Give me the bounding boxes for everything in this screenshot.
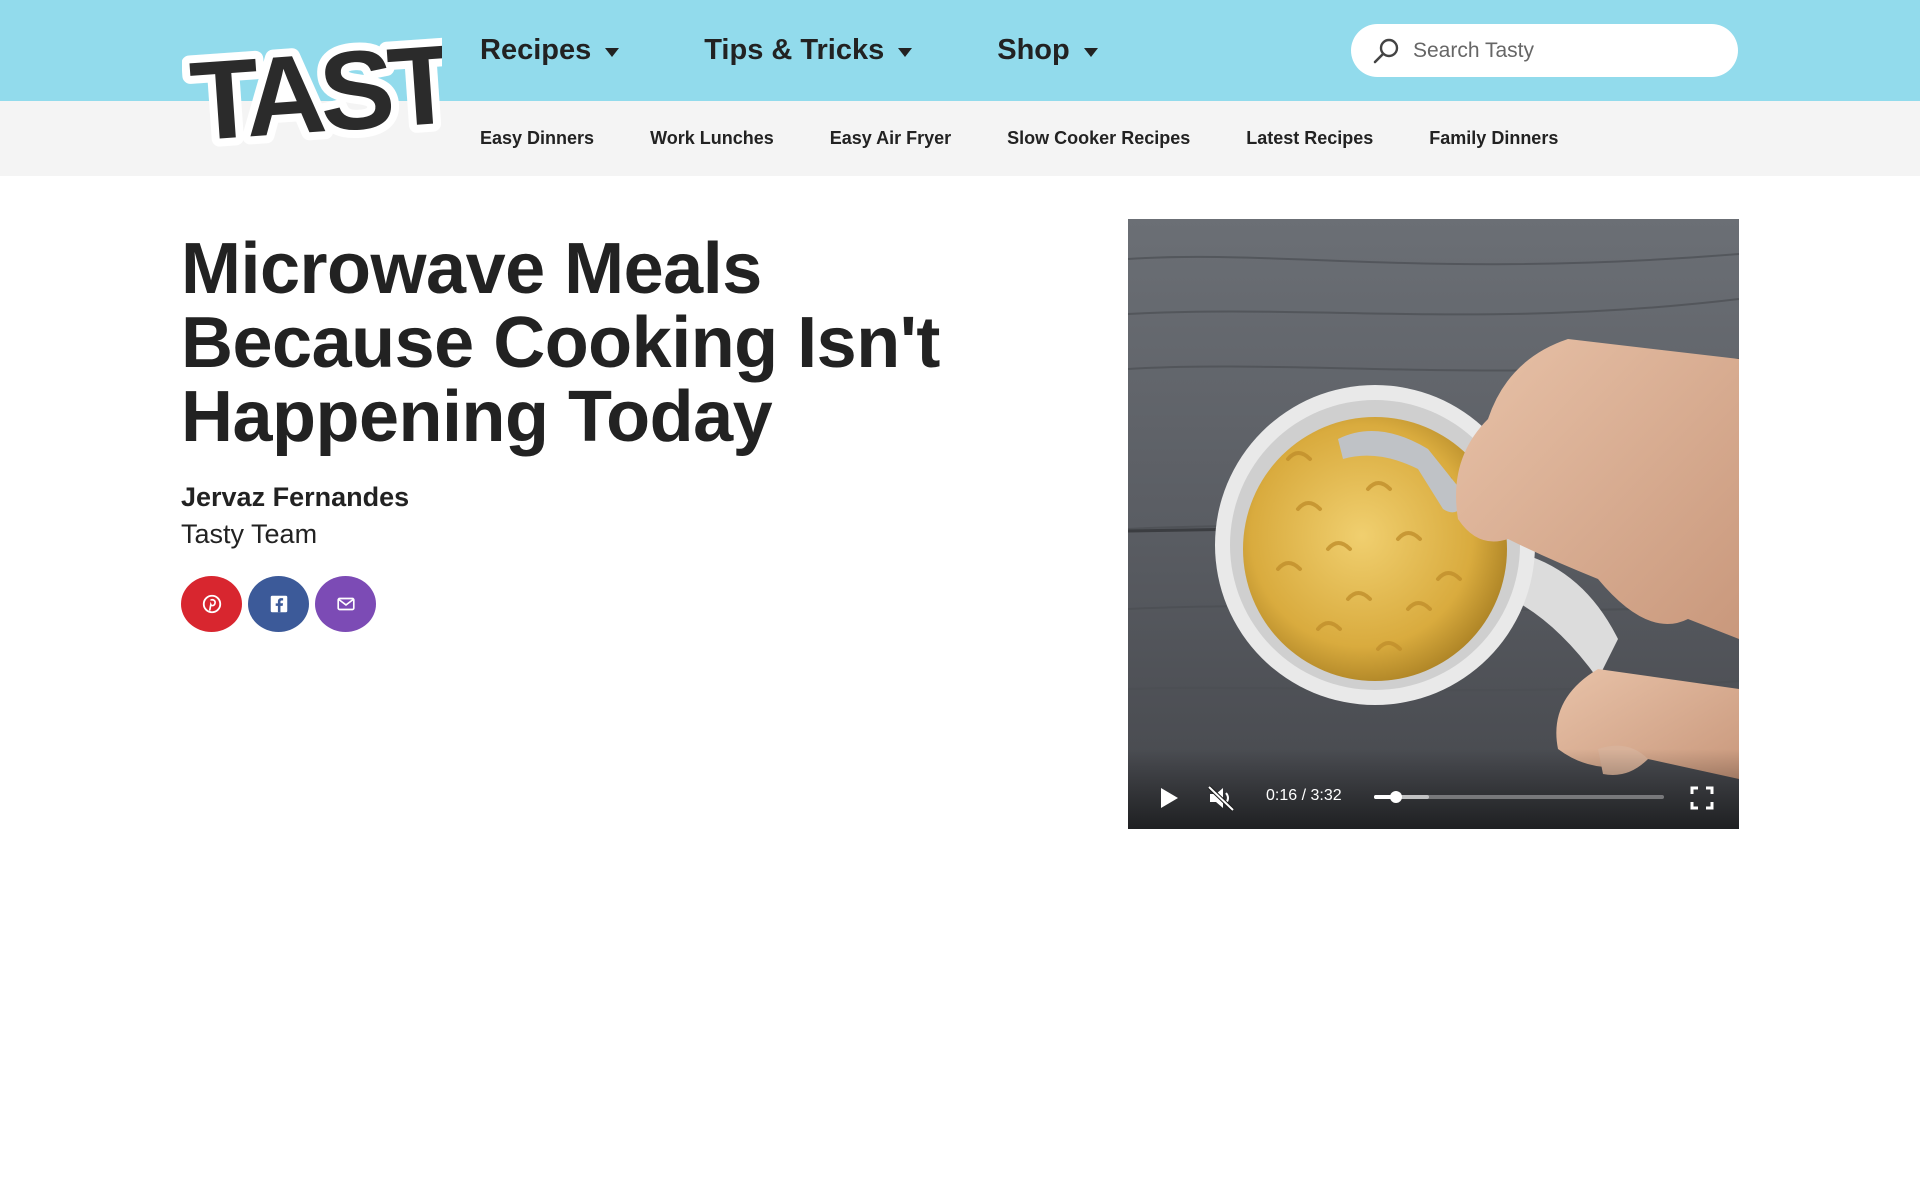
nav-shop-label: Shop [997,34,1070,66]
share-facebook-button[interactable] [248,576,309,632]
subnav-latest-recipes[interactable]: Latest Recipes [1246,128,1373,149]
nav-shop[interactable]: Shop [997,34,1098,67]
video-frame-mac-and-cheese-mug [1128,219,1739,829]
article-header: Microwave Meals Because Cooking Isn't Ha… [181,232,1001,632]
author-team: Tasty Team [181,519,318,549]
email-icon [336,597,355,611]
share-email-button[interactable] [315,576,376,632]
nav-recipes-label: Recipes [480,34,592,66]
nav-recipes[interactable]: Recipes [480,34,620,67]
nav-tips-and-tricks[interactable]: Tips & Tricks [704,34,913,67]
page-title: Microwave Meals Because Cooking Isn't Ha… [181,229,940,457]
search-input[interactable] [1413,38,1713,63]
caret-down-icon [605,47,620,57]
subnav-family-dinners[interactable]: Family Dinners [1429,128,1558,149]
play-icon[interactable] [1158,786,1180,810]
subnav-work-lunches[interactable]: Work Lunches [650,128,774,149]
subnav-easy-dinners[interactable]: Easy Dinners [480,128,594,149]
svg-text:TASTY: TASTY [187,16,442,154]
author-name[interactable]: Jervaz Fernandes [181,482,1001,513]
video-controls: 0:16 / 3:32 [1128,767,1739,829]
search-box[interactable] [1351,24,1738,77]
video-player[interactable]: 0:16 / 3:32 [1128,219,1739,829]
share-buttons [181,576,1001,632]
nav-tips-label: Tips & Tricks [704,34,885,66]
pinterest-icon [202,594,221,614]
subnav-slow-cooker-recipes[interactable]: Slow Cooker Recipes [1007,128,1190,149]
tasty-logo[interactable]: TASTY TASTY [182,14,442,154]
muted-volume-icon[interactable] [1206,783,1236,813]
video-time-display: 0:16 / 3:32 [1266,787,1342,804]
video-progress-bar[interactable] [1374,791,1664,803]
subnav-easy-air-fryer[interactable]: Easy Air Fryer [830,128,951,149]
share-pinterest-button[interactable] [181,576,242,632]
sub-nav: Easy Dinners Work Lunches Easy Air Fryer… [480,101,1614,176]
search-icon [1373,38,1399,63]
main-nav: Recipes Tips & Tricks Shop [480,0,1098,101]
video-scrubber-handle[interactable] [1389,791,1402,803]
caret-down-icon [898,47,913,57]
facebook-icon [270,595,287,613]
caret-down-icon [1083,47,1098,57]
fullscreen-icon[interactable] [1690,786,1714,810]
